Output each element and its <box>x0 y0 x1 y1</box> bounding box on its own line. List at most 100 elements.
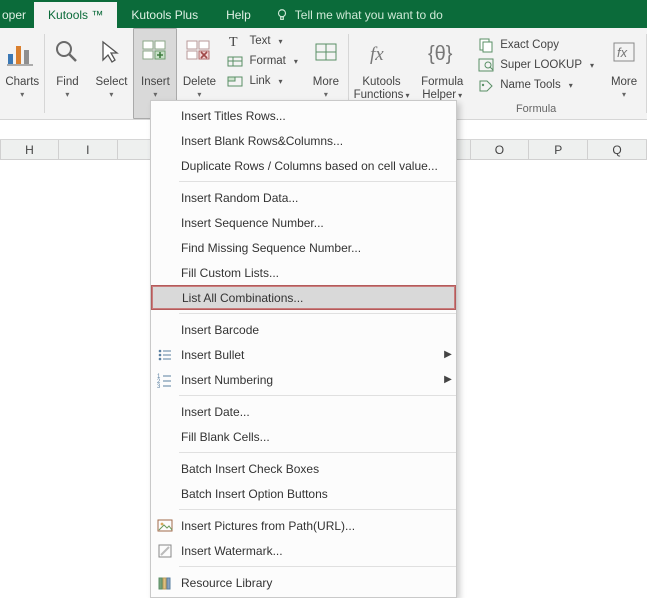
insert-dropdown-menu: Insert Titles Rows... Insert Blank Rows&… <box>150 100 457 598</box>
number-list-icon: 123 <box>157 372 173 388</box>
menu-batch-insert-checkboxes[interactable]: Batch Insert Check Boxes <box>151 456 456 481</box>
chart-icon <box>5 38 39 68</box>
super-lookup-button[interactable]: Super LOOKUP ▾ <box>476 56 596 74</box>
bullet-list-icon <box>157 347 173 363</box>
menu-insert-blank-rows-cols[interactable]: Insert Blank Rows&Columns... <box>151 128 456 153</box>
tell-me-box[interactable]: Tell me what you want to do <box>265 2 453 28</box>
formula-group: Exact Copy Super LOOKUP ▾ Name Tools ▾ For… <box>470 28 602 119</box>
tab-kutools[interactable]: Kutools ™ <box>34 2 117 28</box>
menu-insert-pictures-from-url[interactable]: Insert Pictures from Path(URL)... <box>151 513 456 538</box>
picture-icon <box>157 518 173 534</box>
menu-insert-numbering[interactable]: 123 Insert Numbering▶ <box>151 367 456 392</box>
submenu-arrow-icon: ▶ <box>440 374 456 385</box>
format-icon <box>227 53 243 69</box>
format-button[interactable]: Format▾ <box>225 52 299 70</box>
menu-separator <box>179 566 456 567</box>
menu-resource-library[interactable]: Resource Library <box>151 570 456 595</box>
grid-more-icon <box>313 38 339 68</box>
chevron-down-icon: ▾ <box>590 61 594 70</box>
chevron-down-icon: ▾ <box>279 77 283 86</box>
tab-kutools-plus[interactable]: Kutools Plus <box>117 2 212 28</box>
menu-label: Insert Sequence Number... <box>179 216 456 230</box>
delete-label: Delete <box>183 76 216 88</box>
chevron-down-icon: ▾ <box>183 90 216 99</box>
chevron-down-icon: ▾ <box>611 90 637 99</box>
menu-separator <box>179 313 456 314</box>
more1-label: More <box>313 76 339 88</box>
text-button[interactable]: T Text▾ <box>225 32 299 50</box>
exact-copy-button[interactable]: Exact Copy <box>476 36 596 54</box>
menu-label: Insert Date... <box>179 405 456 419</box>
menu-list-all-combinations[interactable]: List All Combinations... <box>151 285 456 310</box>
menu-insert-barcode[interactable]: Insert Barcode <box>151 317 456 342</box>
col-header[interactable]: H <box>0 140 59 159</box>
find-button[interactable]: Find▾ <box>45 28 89 119</box>
name-tools-button[interactable]: Name Tools ▾ <box>476 76 596 94</box>
col-header[interactable]: Q <box>588 140 647 159</box>
delete-cells-icon <box>184 38 214 68</box>
tab-help[interactable]: Help <box>212 2 265 28</box>
menu-separator <box>179 452 456 453</box>
menu-fill-blank-cells[interactable]: Fill Blank Cells... <box>151 424 456 449</box>
menu-separator <box>179 181 456 182</box>
insert-label: Insert <box>141 76 170 88</box>
nametools-label: Name Tools <box>500 79 561 91</box>
col-header[interactable]: P <box>529 140 588 159</box>
menu-label: Insert Bullet <box>179 348 440 362</box>
more-button-2[interactable]: fx More ▾ <box>602 28 646 119</box>
svg-text:3: 3 <box>157 384 161 388</box>
lookup-icon <box>478 57 494 73</box>
tab-developer-partial[interactable]: oper <box>0 2 34 28</box>
chevron-down-icon: ▾ <box>294 57 298 66</box>
menu-label: Insert Barcode <box>179 323 456 337</box>
copy-icon <box>478 37 494 53</box>
menu-batch-insert-option-buttons[interactable]: Batch Insert Option Buttons <box>151 481 456 506</box>
menu-label: Insert Blank Rows&Columns... <box>179 134 456 148</box>
menu-label: Batch Insert Check Boxes <box>179 462 456 476</box>
link-icon <box>227 73 243 89</box>
menu-label: Insert Titles Rows... <box>179 109 456 123</box>
menu-label: Find Missing Sequence Number... <box>179 241 456 255</box>
tell-me-label: Tell me what you want to do <box>295 8 443 22</box>
chevron-down-icon: ▾ <box>569 81 573 90</box>
charts-button[interactable]: Charts ▾ <box>0 28 44 119</box>
cursor-icon <box>97 38 125 68</box>
more2-label: More <box>611 76 637 88</box>
menu-fill-custom-lists[interactable]: Fill Custom Lists... <box>151 260 456 285</box>
kfuncs-label: Kutools Functions <box>354 76 404 101</box>
select-label: Select <box>95 76 127 88</box>
menu-insert-watermark[interactable]: Insert Watermark... <box>151 538 456 563</box>
svg-text:fx: fx <box>370 44 384 65</box>
select-button[interactable]: Select▾ <box>89 28 133 119</box>
menu-separator <box>179 395 456 396</box>
slookup-label: Super LOOKUP <box>500 59 582 71</box>
svg-text:T: T <box>229 35 238 49</box>
chevron-down-icon: ▾ <box>5 90 39 99</box>
menu-insert-random-data[interactable]: Insert Random Data... <box>151 185 456 210</box>
chevron-down-icon: ▾ <box>313 90 339 99</box>
menu-separator <box>179 509 456 510</box>
menu-label: List All Combinations... <box>180 291 455 305</box>
braces-icon: {θ} <box>427 38 457 68</box>
svg-text:fx: fx <box>617 45 628 60</box>
menu-duplicate-rows-cols[interactable]: Duplicate Rows / Columns based on cell v… <box>151 153 456 178</box>
chevron-down-icon: ▾ <box>141 90 170 99</box>
col-header[interactable]: O <box>471 140 530 159</box>
menu-label: Fill Custom Lists... <box>179 266 456 280</box>
menu-insert-sequence-number[interactable]: Insert Sequence Number... <box>151 210 456 235</box>
charts-label: Charts <box>5 76 39 88</box>
text-label: Text <box>249 35 270 47</box>
menu-insert-bullet[interactable]: Insert Bullet▶ <box>151 342 456 367</box>
menu-find-missing-sequence[interactable]: Find Missing Sequence Number... <box>151 235 456 260</box>
submenu-arrow-icon: ▶ <box>440 349 456 360</box>
col-header[interactable]: I <box>59 140 118 159</box>
menu-label: Duplicate Rows / Columns based on cell v… <box>179 159 456 173</box>
link-button[interactable]: Link▾ <box>225 72 299 90</box>
svg-text:{θ}: {θ} <box>428 43 453 65</box>
titlebar-tabs: oper Kutools ™ Kutools Plus Help Tell me… <box>0 0 647 28</box>
text-icon: T <box>227 33 243 49</box>
menu-label: Fill Blank Cells... <box>179 430 456 444</box>
formula-group-label: Formula <box>476 103 596 117</box>
menu-insert-date[interactable]: Insert Date... <box>151 399 456 424</box>
menu-insert-title-rows[interactable]: Insert Titles Rows... <box>151 103 456 128</box>
